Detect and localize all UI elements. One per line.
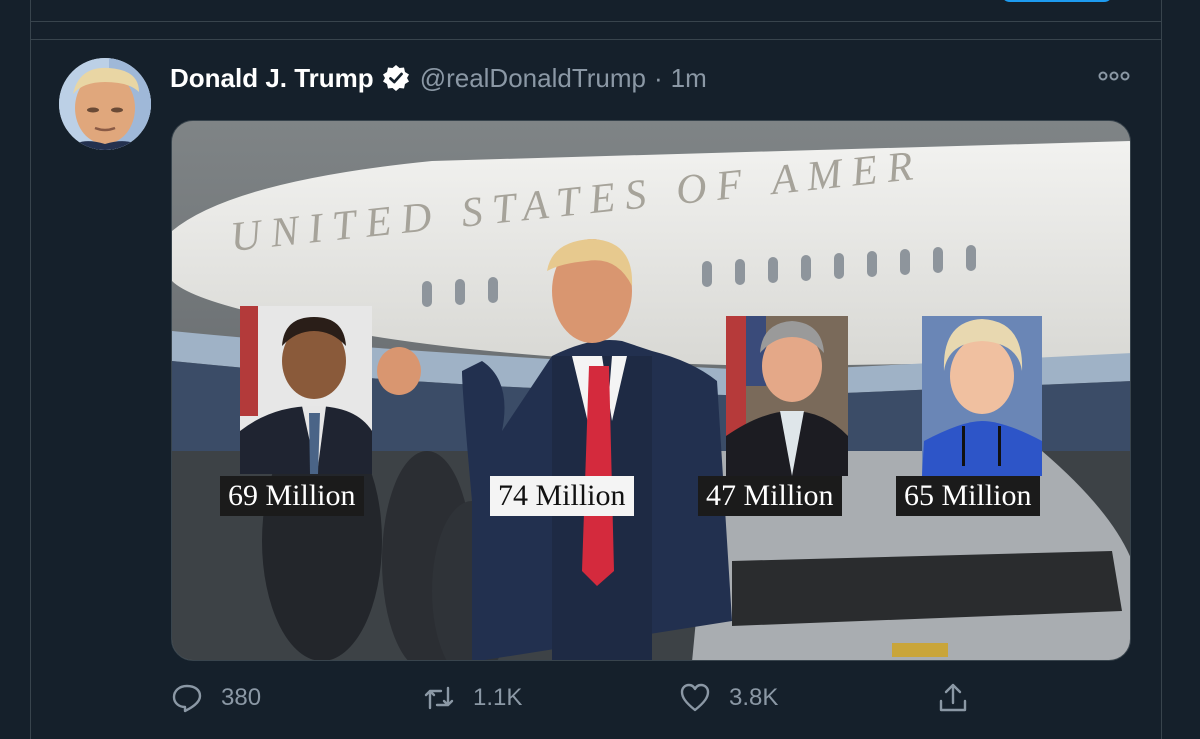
tweet-actions: 380 1.1K 3.8K (171, 678, 1001, 718)
like-icon (680, 683, 710, 712)
like-button[interactable]: 3.8K (679, 678, 778, 718)
divider (31, 21, 1161, 22)
verified-badge-icon (382, 64, 410, 92)
avatar-image (59, 58, 151, 150)
share-icon (939, 683, 967, 712)
label-obama: 69 Million (220, 476, 364, 516)
author-handle[interactable]: @realDonaldTrump (420, 63, 646, 94)
label-hillary: 65 Million (896, 476, 1040, 516)
separator: · (653, 62, 663, 93)
more-options-icon[interactable] (1097, 68, 1131, 84)
timestamp[interactable]: 1m (671, 63, 707, 94)
like-count: 3.8K (729, 684, 779, 711)
label-clinton: 47 Million (698, 476, 842, 516)
tweet-media[interactable]: UNITED STATES OF AMER 69 Million 74 Mill… (171, 120, 1131, 661)
media-image: UNITED STATES OF AMER (172, 121, 1130, 660)
avatar[interactable] (59, 58, 151, 150)
label-trump: 74 Million (490, 476, 634, 516)
retweet-button[interactable]: 1.1K (423, 678, 522, 718)
reply-button[interactable]: 380 (171, 678, 261, 718)
divider (31, 39, 1161, 40)
top-button-edge[interactable] (1001, 0, 1113, 2)
retweet-count: 1.1K (473, 684, 523, 711)
reply-icon (172, 684, 202, 713)
share-button[interactable] (937, 678, 987, 718)
retweet-icon (424, 686, 454, 710)
author-name[interactable]: Donald J. Trump (170, 63, 374, 94)
tweet-header: Donald J. Trump @realDonaldTrump · 1m (170, 60, 707, 96)
reply-count: 380 (221, 684, 262, 711)
